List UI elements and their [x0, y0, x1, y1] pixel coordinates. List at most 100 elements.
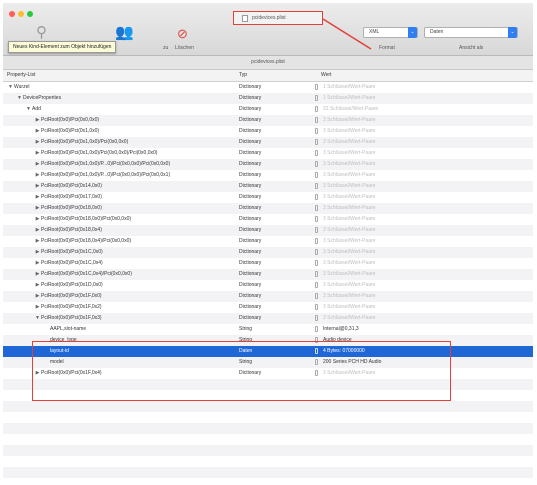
format-select[interactable]: XML ⌄ — [363, 27, 418, 38]
stepper-icon[interactable] — [315, 105, 318, 112]
key-cell[interactable]: ▶ PciRoot(0x0)/Pci(0x1,0x0)/P...0)/Pci(0x… — [3, 170, 262, 181]
type-cell[interactable]: Dictionary — [239, 104, 309, 115]
disclosure-collapsed-icon[interactable]: ▶ — [34, 247, 41, 258]
disclosure-expanded-icon[interactable]: ▼ — [34, 313, 41, 324]
key-cell[interactable]: ▶ PciRoot(0x0)/Pci(0x14,0x0) — [3, 181, 262, 192]
table-row[interactable]: ▼Wurzel Dictionary 1 Schlüssel/Wert-Paare — [3, 82, 533, 93]
table-row[interactable]: ▶ PciRoot(0x0)/Pci(0x18,0x0)/Pci(0x0,0x0)… — [3, 214, 533, 225]
stepper-icon[interactable] — [315, 171, 318, 178]
value-cell[interactable]: 3 Schlüssel/Wert-Paare — [315, 203, 530, 214]
value-cell[interactable]: 3 Schlüssel/Wert-Paare — [315, 192, 530, 203]
table-row[interactable]: ▶ PciRoot(0x0)/Pci(0x1,0x0) Dictionary 3 Sc… — [3, 126, 533, 137]
document-tab[interactable]: pcidevices.plist — [3, 56, 533, 70]
disclosure-collapsed-icon[interactable]: ▶ — [34, 159, 41, 170]
type-cell[interactable]: Dictionary — [239, 159, 309, 170]
table-row[interactable]: ▼DeviceProperties Dictionary 1 Schlüssel/W… — [3, 93, 533, 104]
type-cell[interactable]: Dictionary — [239, 302, 309, 313]
stepper-icon[interactable] — [315, 204, 318, 211]
column-property[interactable]: Property-List — [7, 70, 35, 81]
value-cell[interactable]: 3 Schlüssel/Wert-Paare — [315, 269, 530, 280]
disclosure-collapsed-icon[interactable]: ▶ — [34, 302, 41, 313]
stepper-icon[interactable] — [315, 292, 318, 299]
value-cell[interactable]: 3 Schlüssel/Wert-Paare — [315, 181, 530, 192]
table-row[interactable]: ▶ PciRoot(0x0)/Pci(0x1C,0x4) Dictionary 3 S… — [3, 258, 533, 269]
table-row[interactable]: ▶ PciRoot(0x0)/Pci(0x18,0x4) Dictionary 3 S… — [3, 225, 533, 236]
value-cell[interactable]: 3 Schlüssel/Wert-Paare — [315, 115, 530, 126]
disclosure-collapsed-icon[interactable]: ▶ — [34, 192, 41, 203]
stepper-icon[interactable] — [315, 127, 318, 134]
key-cell[interactable]: ▶ PciRoot(0x0)/Pci(0x1,0x0)/Pci(0x0,0x0) — [3, 137, 262, 148]
type-cell[interactable]: Dictionary — [239, 280, 309, 291]
disclosure-expanded-icon[interactable]: ▼ — [7, 82, 14, 93]
disclosure-collapsed-icon[interactable]: ▶ — [34, 236, 41, 247]
value-cell[interactable]: 3 Schlüssel/Wert-Paare — [315, 159, 530, 170]
value-cell[interactable]: 3 Schlüssel/Wert-Paare — [315, 225, 530, 236]
column-type[interactable]: Typ — [239, 70, 247, 81]
value-cell[interactable]: 3 Schlüssel/Wert-Paare — [315, 302, 530, 313]
type-cell[interactable]: Dictionary — [239, 313, 309, 324]
key-cell[interactable]: ▶ PciRoot(0x0)/Pci(0x1C,0x4)/Pci(0x0,0x0) — [3, 269, 262, 280]
key-cell[interactable]: ▼DeviceProperties — [3, 93, 244, 104]
type-cell[interactable]: Dictionary — [239, 137, 309, 148]
key-cell[interactable]: ▶ PciRoot(0x0)/Pci(0x18,0x4)/Pci(0x0,0x0) — [3, 236, 262, 247]
table-row[interactable]: ▶ PciRoot(0x0)/Pci(0x1,0x0)/Pci(0x0,0x0)/… — [3, 148, 533, 159]
key-cell[interactable]: ▶ PciRoot(0x0)/Pci(0x18,0x0) — [3, 203, 262, 214]
value-cell[interactable]: 22 Schlüssel/Wert-Paare — [315, 104, 530, 115]
value-cell[interactable]: 3 Schlüssel/Wert-Paare — [315, 247, 530, 258]
type-cell[interactable]: Dictionary — [239, 115, 309, 126]
value-cell[interactable]: Internal@0,31,3 — [315, 324, 530, 335]
table-row[interactable]: ▶ PciRoot(0x0)/Pci(0x17,0x0) Dictionary 3 S… — [3, 192, 533, 203]
table-row[interactable]: ▶ PciRoot(0x0)/Pci(0x1,0x0)/P...0)/Pci(0x… — [3, 170, 533, 181]
table-row[interactable]: ▶ PciRoot(0x0)/Pci(0x0,0x0) Dictionary 3 Sc… — [3, 115, 533, 126]
table-row[interactable]: ▶ PciRoot(0x0)/Pci(0x1F,0x0) Dictionary 3 S… — [3, 291, 533, 302]
type-cell[interactable]: Dictionary — [239, 181, 309, 192]
value-cell[interactable]: 3 Schlüssel/Wert-Paare — [315, 236, 530, 247]
type-cell[interactable]: Dictionary — [239, 291, 309, 302]
key-cell[interactable]: ▶ PciRoot(0x0)/Pci(0x1F,0x2) — [3, 302, 262, 313]
disclosure-collapsed-icon[interactable]: ▶ — [34, 203, 41, 214]
table-row[interactable]: ▶ PciRoot(0x0)/Pci(0x1,0x0)/P...0)/Pci(0x… — [3, 159, 533, 170]
value-cell[interactable]: 3 Schlüssel/Wert-Paare — [315, 214, 530, 225]
disclosure-expanded-icon[interactable]: ▼ — [16, 93, 23, 104]
type-cell[interactable]: Dictionary — [239, 170, 309, 181]
disclosure-collapsed-icon[interactable]: ▶ — [34, 170, 41, 181]
delete-icon[interactable]: ⊘ — [177, 27, 188, 40]
disclosure-collapsed-icon[interactable]: ▶ — [34, 225, 41, 236]
type-cell[interactable]: Dictionary — [239, 236, 309, 247]
table-row[interactable]: ▶ PciRoot(0x0)/Pci(0x1C,0x4)/Pci(0x0,0x0)… — [3, 269, 533, 280]
value-cell[interactable]: 3 Schlüssel/Wert-Paare — [315, 126, 530, 137]
table-row[interactable]: ▶ PciRoot(0x0)/Pci(0x18,0x4)/Pci(0x0,0x0)… — [3, 236, 533, 247]
key-cell[interactable]: ▶ PciRoot(0x0)/Pci(0x0,0x0) — [3, 115, 262, 126]
disclosure-collapsed-icon[interactable]: ▶ — [34, 148, 41, 159]
stepper-icon[interactable] — [315, 215, 318, 222]
stepper-icon[interactable] — [315, 149, 318, 156]
type-cell[interactable]: Dictionary — [239, 203, 309, 214]
key-cell[interactable]: ▶ PciRoot(0x0)/Pci(0x1C,0x0) — [3, 247, 262, 258]
value-cell[interactable]: 1 Schlüssel/Wert-Paare — [315, 82, 530, 93]
type-cell[interactable]: Dictionary — [239, 93, 309, 104]
key-cell[interactable]: ▶ PciRoot(0x0)/Pci(0x1F,0x0) — [3, 291, 262, 302]
key-cell[interactable]: ▼PciRoot(0x0)/Pci(0x1F,0x3) — [3, 313, 262, 324]
type-cell[interactable]: Dictionary — [239, 192, 309, 203]
stepper-icon[interactable] — [315, 237, 318, 244]
key-cell[interactable]: ▶ PciRoot(0x0)/Pci(0x1C,0x4) — [3, 258, 262, 269]
key-cell[interactable]: ▶ PciRoot(0x0)/Pci(0x17,0x0) — [3, 192, 262, 203]
disclosure-collapsed-icon[interactable]: ▶ — [34, 115, 41, 126]
stepper-icon[interactable] — [315, 248, 318, 255]
key-cell[interactable]: ▶ PciRoot(0x0)/Pci(0x1,0x0)/P...0)/Pci(0x… — [3, 159, 262, 170]
table-row[interactable]: ▶ PciRoot(0x0)/Pci(0x1C,0x0) Dictionary 3 S… — [3, 247, 533, 258]
type-cell[interactable]: Dictionary — [239, 126, 309, 137]
value-cell[interactable]: 3 Schlüssel/Wert-Paare — [315, 137, 530, 148]
value-cell[interactable]: 3 Schlüssel/Wert-Paare — [315, 170, 530, 181]
type-cell[interactable]: Dictionary — [239, 214, 309, 225]
key-cell[interactable]: ▼Add — [3, 104, 253, 115]
stepper-icon[interactable] — [315, 193, 318, 200]
value-cell[interactable]: 1 Schlüssel/Wert-Paare — [315, 93, 530, 104]
stepper-icon[interactable] — [315, 83, 318, 90]
disclosure-collapsed-icon[interactable]: ▶ — [34, 258, 41, 269]
key-cell[interactable]: ▶ PciRoot(0x0)/Pci(0x18,0x0)/Pci(0x0,0x0) — [3, 214, 262, 225]
key-cell[interactable]: ▶ PciRoot(0x0)/Pci(0x18,0x4) — [3, 225, 262, 236]
table-row[interactable]: AAPL,slot-name String Internal@0,31,3 — [3, 324, 533, 335]
stepper-icon[interactable] — [315, 226, 318, 233]
key-cell[interactable]: ▼Wurzel — [3, 82, 235, 93]
